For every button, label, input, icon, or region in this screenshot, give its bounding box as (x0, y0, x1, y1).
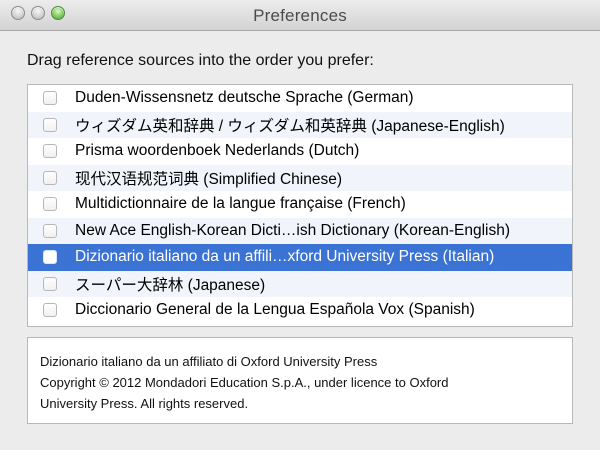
source-label: Multidictionnaire de la langue française… (75, 195, 406, 213)
preferences-window: Preferences Drag reference sources into … (0, 0, 600, 450)
list-item-japanese-english[interactable]: ウィズダム英和辞典 / ウィズダム和英辞典 (Japanese-English) (28, 111, 572, 138)
source-label: 现代汉语规范词典 (Simplified Chinese) (75, 170, 342, 188)
source-label: Dizionario italiano da un affili…xford U… (75, 248, 495, 266)
enable-checkbox[interactable] (43, 117, 57, 132)
enable-checkbox[interactable] (43, 223, 57, 238)
list-item-korean-english[interactable]: New Ace English-Korean Dicti…ish Diction… (28, 217, 572, 244)
source-label: ウィズダム英和辞典 / ウィズダム和英辞典 (Japanese-English) (75, 117, 505, 135)
source-label: スーパー大辞林 (Japanese) (75, 276, 266, 294)
list-item-dutch[interactable]: Prisma woordenboek Nederlands (Dutch) (28, 138, 572, 165)
list-item-simplified-chinese[interactable]: 现代汉语规范词典 (Simplified Chinese) (28, 164, 572, 191)
source-label: Duden-Wissensnetz deutsche Sprache (Germ… (75, 89, 414, 107)
enable-checkbox[interactable] (43, 276, 57, 291)
enable-checkbox[interactable] (43, 250, 57, 265)
list-item-french[interactable]: Multidictionnaire de la langue française… (28, 191, 572, 218)
list-item-spanish[interactable]: Diccionario General de la Lengua Español… (28, 297, 572, 324)
source-label: New Ace English-Korean Dicti…ish Diction… (75, 221, 511, 239)
instruction-text: Drag reference sources into the order yo… (27, 52, 374, 69)
details-line: Copyright © 2012 Mondadori Education S.p… (40, 375, 449, 390)
enable-checkbox[interactable] (43, 170, 57, 185)
list-item-japanese[interactable]: スーパー大辞林 (Japanese) (28, 270, 572, 297)
title-bar: Preferences (0, 0, 600, 31)
enable-checkbox[interactable] (43, 197, 57, 212)
window-title: Preferences (253, 6, 347, 25)
source-label: Prisma woordenboek Nederlands (Dutch) (75, 142, 360, 160)
details-line: University Press. All rights reserved. (40, 396, 249, 411)
source-details-panel: Dizionario italiano da un affiliato di O… (27, 337, 573, 424)
source-label: Diccionario General de la Lengua Español… (75, 301, 475, 319)
enable-checkbox[interactable] (43, 303, 57, 318)
enable-checkbox[interactable] (43, 91, 57, 106)
list-item-italian[interactable]: Dizionario italiano da un affili…xford U… (28, 244, 572, 271)
reference-sources-list[interactable]: Duden-Wissensnetz deutsche Sprache (Germ… (27, 84, 573, 327)
details-line: Dizionario italiano da un affiliato di O… (40, 354, 378, 369)
list-item-german[interactable]: Duden-Wissensnetz deutsche Sprache (Germ… (28, 85, 572, 112)
enable-checkbox[interactable] (43, 144, 57, 159)
